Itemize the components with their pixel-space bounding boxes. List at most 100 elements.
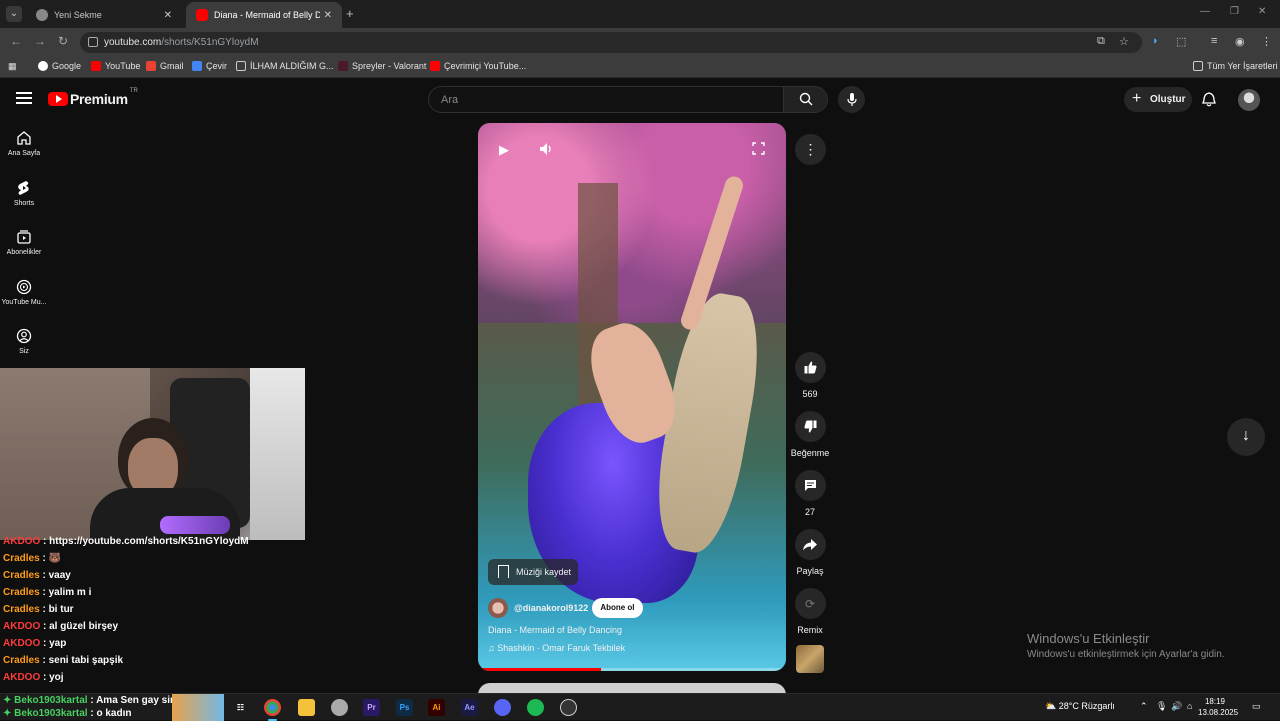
weather-icon: ⛅: [1045, 701, 1057, 711]
task-view-icon[interactable]: ☷: [232, 699, 249, 716]
like-count: 569: [802, 389, 818, 399]
remix-button[interactable]: ⟳ Remix: [790, 588, 830, 635]
extension-icon[interactable]: ◗: [1152, 35, 1159, 47]
bookmark-valorant[interactable]: Spreyler - Valorant: [338, 61, 426, 71]
guide-item-home[interactable]: Ana Sayfa: [0, 130, 48, 157]
next-video-arrow-icon[interactable]: ↓: [1227, 418, 1265, 456]
close-window-icon[interactable]: ✕: [1258, 6, 1266, 17]
illustrator-icon[interactable]: Ai: [428, 699, 445, 716]
figma-icon[interactable]: [331, 699, 348, 716]
reload-icon[interactable]: ↻: [58, 34, 68, 48]
guide-item-you[interactable]: Siz: [0, 328, 48, 355]
more-options-button[interactable]: ⋮: [795, 134, 826, 165]
comment-icon: [794, 470, 826, 501]
dislike-button[interactable]: Beğenme: [790, 411, 830, 458]
extensions-puzzle-icon[interactable]: ⬚: [1176, 35, 1186, 48]
fullscreen-icon[interactable]: [752, 142, 765, 158]
like-button[interactable]: 569: [790, 352, 830, 399]
voice-search-button[interactable]: [838, 86, 865, 113]
file-explorer-icon[interactable]: [298, 699, 315, 716]
share-button[interactable]: Paylaş: [790, 529, 830, 576]
save-music-button[interactable]: Müziği kaydet: [488, 559, 578, 585]
bookmark-translate[interactable]: Çevir: [192, 61, 227, 71]
profile-icon[interactable]: ◉: [1235, 35, 1245, 48]
chat-line: AKDOO : yoj: [3, 672, 64, 683]
close-tab-icon[interactable]: ✕: [324, 10, 332, 21]
taskbar-chat-overlay: ✦ Beko1903kartal : Ama Sen gay sin ✦ Bek…: [3, 694, 176, 720]
progress-bar[interactable]: [478, 668, 786, 671]
chat-line: AKDOO : al güzel birşey: [3, 621, 119, 632]
obs-icon[interactable]: [560, 699, 577, 716]
search-button[interactable]: [783, 87, 827, 112]
youtube-music-icon: [16, 279, 32, 295]
weather-widget[interactable]: ⛅ 28°C Rüzgarlı: [1045, 701, 1115, 712]
address-bar[interactable]: youtube.com/shorts/K51nGYloydM: [80, 32, 1142, 53]
microphone: [160, 516, 230, 534]
valorant-icon: [338, 61, 348, 71]
sound-thumbnail[interactable]: [796, 645, 824, 673]
clock-date: 13.08.2025: [1198, 708, 1239, 717]
guide-item-shorts[interactable]: Shorts: [0, 180, 48, 207]
bookmark-folder-ilham[interactable]: İLHAM ALDIĞIM G...: [236, 61, 334, 71]
premiere-pro-icon[interactable]: Pr: [363, 699, 380, 716]
back-icon[interactable]: ←: [10, 34, 22, 48]
guide-label: Shorts: [13, 200, 35, 207]
network-icon[interactable]: ⌂: [1187, 701, 1192, 711]
bookmark-youtube[interactable]: YouTube: [91, 61, 140, 71]
menu-kebab-icon[interactable]: ⋮: [1261, 35, 1272, 48]
close-tab-icon[interactable]: ✕: [164, 10, 172, 21]
comments-button[interactable]: 27: [790, 470, 830, 517]
video-music[interactable]: ♫ Shashkin · Omar Faruk Tekbilek: [488, 643, 625, 653]
play-icon[interactable]: ▶: [499, 142, 509, 158]
minimize-icon[interactable]: —: [1200, 6, 1210, 17]
speaker-icon[interactable]: 🔊: [1171, 701, 1182, 712]
tab-search-button[interactable]: ⌄: [6, 6, 22, 22]
music-label: Shashkin · Omar Faruk Tekbilek: [497, 643, 626, 653]
spotify-icon[interactable]: [527, 699, 544, 716]
youtube-premium-logo[interactable]: Premium TR: [48, 88, 138, 107]
discord-icon[interactable]: [494, 699, 511, 716]
bookmark-google[interactable]: Google: [38, 61, 81, 71]
volume-icon[interactable]: [539, 142, 553, 159]
tab-title: Yeni Sekme: [54, 10, 102, 20]
system-clock[interactable]: 18:19 13.08.2025: [1198, 696, 1239, 718]
hamburger-menu-icon[interactable]: [16, 92, 32, 107]
shorts-player[interactable]: ▶ Müziği kaydet @dianakorol9122 Abone ol…: [478, 123, 786, 671]
bookmark-gmail[interactable]: Gmail: [146, 61, 184, 71]
microphone-tray-icon[interactable]: 🎙: [1156, 701, 1167, 712]
tab-new-tab[interactable]: Yeni Sekme ✕: [26, 2, 182, 28]
new-tab-button[interactable]: +: [346, 6, 354, 21]
video-title[interactable]: Diana - Mermaid of Belly Dancing: [488, 625, 622, 635]
apps-grid-icon[interactable]: ▦: [8, 61, 17, 72]
channel-avatar[interactable]: [488, 598, 508, 618]
create-label: Oluştur: [1150, 94, 1186, 105]
account-avatar[interactable]: [1238, 89, 1260, 111]
media-control-icon[interactable]: ≡: [1211, 35, 1217, 47]
guide-item-subscriptions[interactable]: Abonelikler: [0, 229, 48, 256]
chat-user: Beko1903kartal: [14, 708, 88, 719]
channel-handle[interactable]: @dianakorol9122: [514, 603, 588, 613]
notifications-icon[interactable]: ▭: [1252, 701, 1261, 712]
notifications-bell-icon[interactable]: [1202, 92, 1216, 112]
widgets-thumbnail[interactable]: [172, 694, 224, 721]
install-app-icon[interactable]: ⧉: [1097, 35, 1105, 48]
after-effects-icon[interactable]: Ae: [461, 699, 478, 716]
chat-line: ✦ Beko1903kartal : Ama Sen gay sin: [3, 695, 177, 706]
search-input[interactable]: Ara: [428, 86, 828, 113]
all-bookmarks-folder[interactable]: Tüm Yer İşaretleri: [1193, 61, 1278, 71]
bookmark-online-youtube[interactable]: Çevrimiçi YouTube...: [430, 61, 526, 71]
create-button[interactable]: Oluştur: [1124, 86, 1192, 112]
restore-icon[interactable]: ❐: [1230, 6, 1239, 17]
photoshop-icon[interactable]: Ps: [396, 699, 413, 716]
forward-icon[interactable]: →: [34, 34, 46, 48]
subscribe-button[interactable]: Abone ol: [592, 598, 643, 618]
chat-user: Cradles: [3, 587, 40, 598]
folder-icon: [236, 61, 246, 71]
chrome-taskbar-icon[interactable]: [264, 699, 281, 721]
bookmark-star-icon[interactable]: ☆: [1119, 35, 1129, 48]
tab-youtube-short[interactable]: Diana - Mermaid of Belly Dancing ✕: [186, 2, 342, 28]
guide-item-youtube-music[interactable]: YouTube Mu...: [0, 279, 48, 306]
site-info-icon[interactable]: [88, 37, 98, 47]
tray-chevron-icon[interactable]: ⌃: [1140, 701, 1148, 712]
sparkle-icon: ✦: [3, 695, 15, 706]
